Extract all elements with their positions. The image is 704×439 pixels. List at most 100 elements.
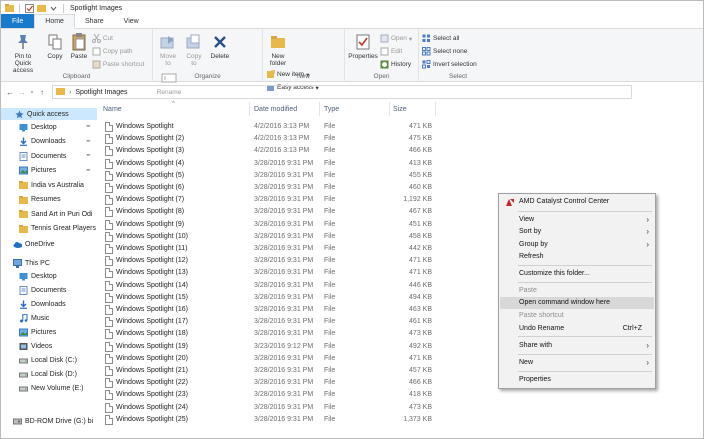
column-header-date[interactable]: Date modified xyxy=(254,102,297,116)
copy-path-button[interactable]: Copy path xyxy=(92,46,145,57)
invert-selection-button[interactable]: Invert selection xyxy=(422,59,477,70)
table-row[interactable]: Windows Spotlight (7) 3/28/2016 9:31 PM Fi… xyxy=(99,194,439,206)
menu-item-amd-catalyst[interactable]: AMD Catalyst Control Center xyxy=(500,196,654,208)
table-row[interactable]: Windows Spotlight (11) 3/28/2016 9:31 PM F… xyxy=(99,243,439,255)
select-all-button[interactable]: Select all xyxy=(422,33,477,44)
nav-onedrive[interactable]: OneDrive xyxy=(1,238,97,250)
new-folder-button[interactable]: New folder xyxy=(266,31,290,67)
open-button[interactable]: Open ▾ xyxy=(380,33,412,44)
pin-icon[interactable]: ✒ xyxy=(86,138,91,145)
table-row[interactable]: Windows Spotlight (20) 3/28/2016 9:31 PM F… xyxy=(99,353,439,365)
table-row[interactable]: Windows Spotlight (22) 3/28/2016 9:31 PM F… xyxy=(99,377,439,389)
table-row[interactable]: Windows Spotlight (6) 3/28/2016 9:31 PM Fi… xyxy=(99,182,439,194)
chevron-down-icon[interactable] xyxy=(49,4,58,13)
pin-icon[interactable]: ✒ xyxy=(86,167,91,174)
copy-button[interactable]: Copy xyxy=(44,31,66,60)
nav-bd-rom-drive[interactable]: BD-ROM Drive (G:) bi xyxy=(1,415,97,427)
new-folder-icon[interactable] xyxy=(37,4,46,13)
move-to-button[interactable]: Move to xyxy=(156,31,180,67)
nav-this-pc-item[interactable]: Videos xyxy=(1,340,97,352)
column-divider[interactable] xyxy=(435,102,436,116)
edit-button[interactable]: Edit xyxy=(380,46,412,57)
menu-item-customize-folder[interactable]: Customize this folder... xyxy=(500,268,654,280)
folder-icon[interactable] xyxy=(5,4,14,13)
column-divider[interactable] xyxy=(319,102,320,116)
menu-item-refresh[interactable]: Refresh xyxy=(500,251,654,263)
recent-locations-chevron-icon[interactable]: ▾ xyxy=(28,85,36,99)
menu-item-open-command-window[interactable]: Open command window here xyxy=(500,297,654,309)
table-row[interactable]: Windows Spotlight (12) 3/28/2016 9:31 PM F… xyxy=(99,255,439,267)
properties-check-icon[interactable] xyxy=(25,3,34,13)
column-divider[interactable] xyxy=(389,102,390,116)
nav-quick-access-item[interactable]: Tennis Great Players xyxy=(1,223,97,235)
properties-button[interactable]: Properties xyxy=(348,31,378,60)
nav-this-pc-item[interactable]: Documents xyxy=(1,284,97,296)
nav-quick-access-item[interactable]: Sand Art in Puri Odi xyxy=(1,208,97,220)
menu-item-sort-by[interactable]: Sort by › xyxy=(500,226,654,238)
nav-quick-access[interactable]: Quick access xyxy=(1,108,97,120)
nav-quick-access-item[interactable]: Pictures ✒ xyxy=(1,165,97,177)
menu-item-group-by[interactable]: Group by › xyxy=(500,239,654,251)
history-button[interactable]: History xyxy=(380,59,412,70)
column-header-size[interactable]: Size xyxy=(393,102,407,116)
tab-file[interactable]: File xyxy=(1,14,35,28)
menu-item-properties[interactable]: Properties xyxy=(500,374,654,386)
table-row[interactable]: Windows Spotlight (16) 3/28/2016 9:31 PM F… xyxy=(99,304,439,316)
menu-item-paste[interactable]: Paste xyxy=(500,285,654,297)
nav-quick-access-item[interactable]: India vs Australia xyxy=(1,179,97,191)
table-row[interactable]: Windows Spotlight (3) 4/2/2016 3:13 PM Fil… xyxy=(99,145,439,157)
table-row[interactable]: Windows Spotlight (23) 3/28/2016 9:31 PM F… xyxy=(99,389,439,401)
table-row[interactable]: Windows Spotlight (13) 3/28/2016 9:31 PM F… xyxy=(99,267,439,279)
breadcrumb[interactable]: Spotlight Images xyxy=(75,89,127,96)
breadcrumb-chevron-icon[interactable]: › xyxy=(69,89,71,96)
table-row[interactable]: Windows Spotlight (8) 3/28/2016 9:31 PM Fi… xyxy=(99,206,439,218)
menu-item-share-with[interactable]: Share with › xyxy=(500,340,654,352)
menu-item-view[interactable]: View › xyxy=(500,214,654,226)
table-row[interactable]: Windows Spotlight (19) 3/23/2016 9:12 PM F… xyxy=(99,341,439,353)
nav-this-pc-item[interactable]: Music xyxy=(1,312,97,324)
nav-this-pc-item[interactable]: Desktop xyxy=(1,270,97,282)
back-arrow-icon[interactable]: ← xyxy=(4,85,16,99)
nav-this-pc-item[interactable]: Local Disk (C:) xyxy=(1,354,97,366)
table-row[interactable]: Windows Spotlight (14) 3/28/2016 9:31 PM F… xyxy=(99,280,439,292)
pin-icon[interactable]: ✒ xyxy=(86,123,91,130)
table-row[interactable]: Windows Spotlight 4/2/2016 3:13 PM File 471… xyxy=(99,121,439,133)
address-bar[interactable]: › Spotlight Images xyxy=(52,85,632,99)
copy-to-button[interactable]: Copy to xyxy=(182,31,206,67)
delete-button[interactable]: Delete xyxy=(208,31,232,60)
column-header-type[interactable]: Type xyxy=(324,102,339,116)
table-row[interactable]: Windows Spotlight (9) 3/28/2016 9:31 PM Fi… xyxy=(99,219,439,231)
table-row[interactable]: Windows Spotlight (10) 3/28/2016 9:31 PM F… xyxy=(99,231,439,243)
nav-this-pc[interactable]: This PC xyxy=(1,257,97,269)
menu-item-undo-rename[interactable]: Undo Rename Ctrl+Z xyxy=(500,323,654,335)
pin-icon[interactable]: ✒ xyxy=(86,152,91,159)
tab-home[interactable]: Home xyxy=(34,14,75,29)
paste-shortcut-button[interactable]: Paste shortcut xyxy=(92,59,144,70)
select-none-button[interactable]: Select none xyxy=(422,46,477,57)
menu-item-paste-shortcut[interactable]: Paste shortcut xyxy=(500,310,654,322)
forward-arrow-icon[interactable]: → xyxy=(16,85,28,99)
table-row[interactable]: Windows Spotlight (5) 3/28/2016 9:31 PM Fi… xyxy=(99,170,439,182)
tab-share[interactable]: Share xyxy=(75,14,114,28)
table-row[interactable]: Windows Spotlight (4) 3/28/2016 9:31 PM Fi… xyxy=(99,158,439,170)
up-arrow-icon[interactable]: ↑ xyxy=(36,85,48,99)
table-row[interactable]: Windows Spotlight (2) 4/2/2016 3:13 PM Fil… xyxy=(99,133,439,145)
table-row[interactable]: Windows Spotlight (21) 3/28/2016 9:31 PM F… xyxy=(99,365,439,377)
table-row[interactable]: Windows Spotlight (17) 3/28/2016 9:31 PM F… xyxy=(99,316,439,328)
paste-button[interactable]: Paste xyxy=(68,31,90,60)
nav-this-pc-item[interactable]: New Volume (E:) xyxy=(1,382,97,394)
nav-quick-access-item[interactable]: Documents ✒ xyxy=(1,150,97,162)
column-header-name[interactable]: Name xyxy=(103,102,122,116)
nav-quick-access-item[interactable]: Resumes xyxy=(1,194,97,206)
table-row[interactable]: Windows Spotlight (18) 3/28/2016 9:31 PM F… xyxy=(99,328,439,340)
nav-this-pc-item[interactable]: Local Disk (D:) xyxy=(1,368,97,380)
cut-button[interactable]: Cut xyxy=(91,33,145,44)
table-row[interactable]: Windows Spotlight (15) 3/28/2016 9:31 PM F… xyxy=(99,292,439,304)
nav-this-pc-item[interactable]: Pictures xyxy=(1,326,97,338)
table-row[interactable]: Windows Spotlight (25) 3/28/2016 9:31 PM F… xyxy=(99,414,439,426)
table-row[interactable]: Windows Spotlight (24) 3/28/2016 9:31 PM F… xyxy=(99,402,439,414)
tab-view[interactable]: View xyxy=(114,14,149,28)
nav-this-pc-item[interactable]: Downloads xyxy=(1,298,97,310)
pin-to-quick-access-button[interactable]: Pin to Quick access xyxy=(4,31,42,74)
column-divider[interactable] xyxy=(249,102,250,116)
